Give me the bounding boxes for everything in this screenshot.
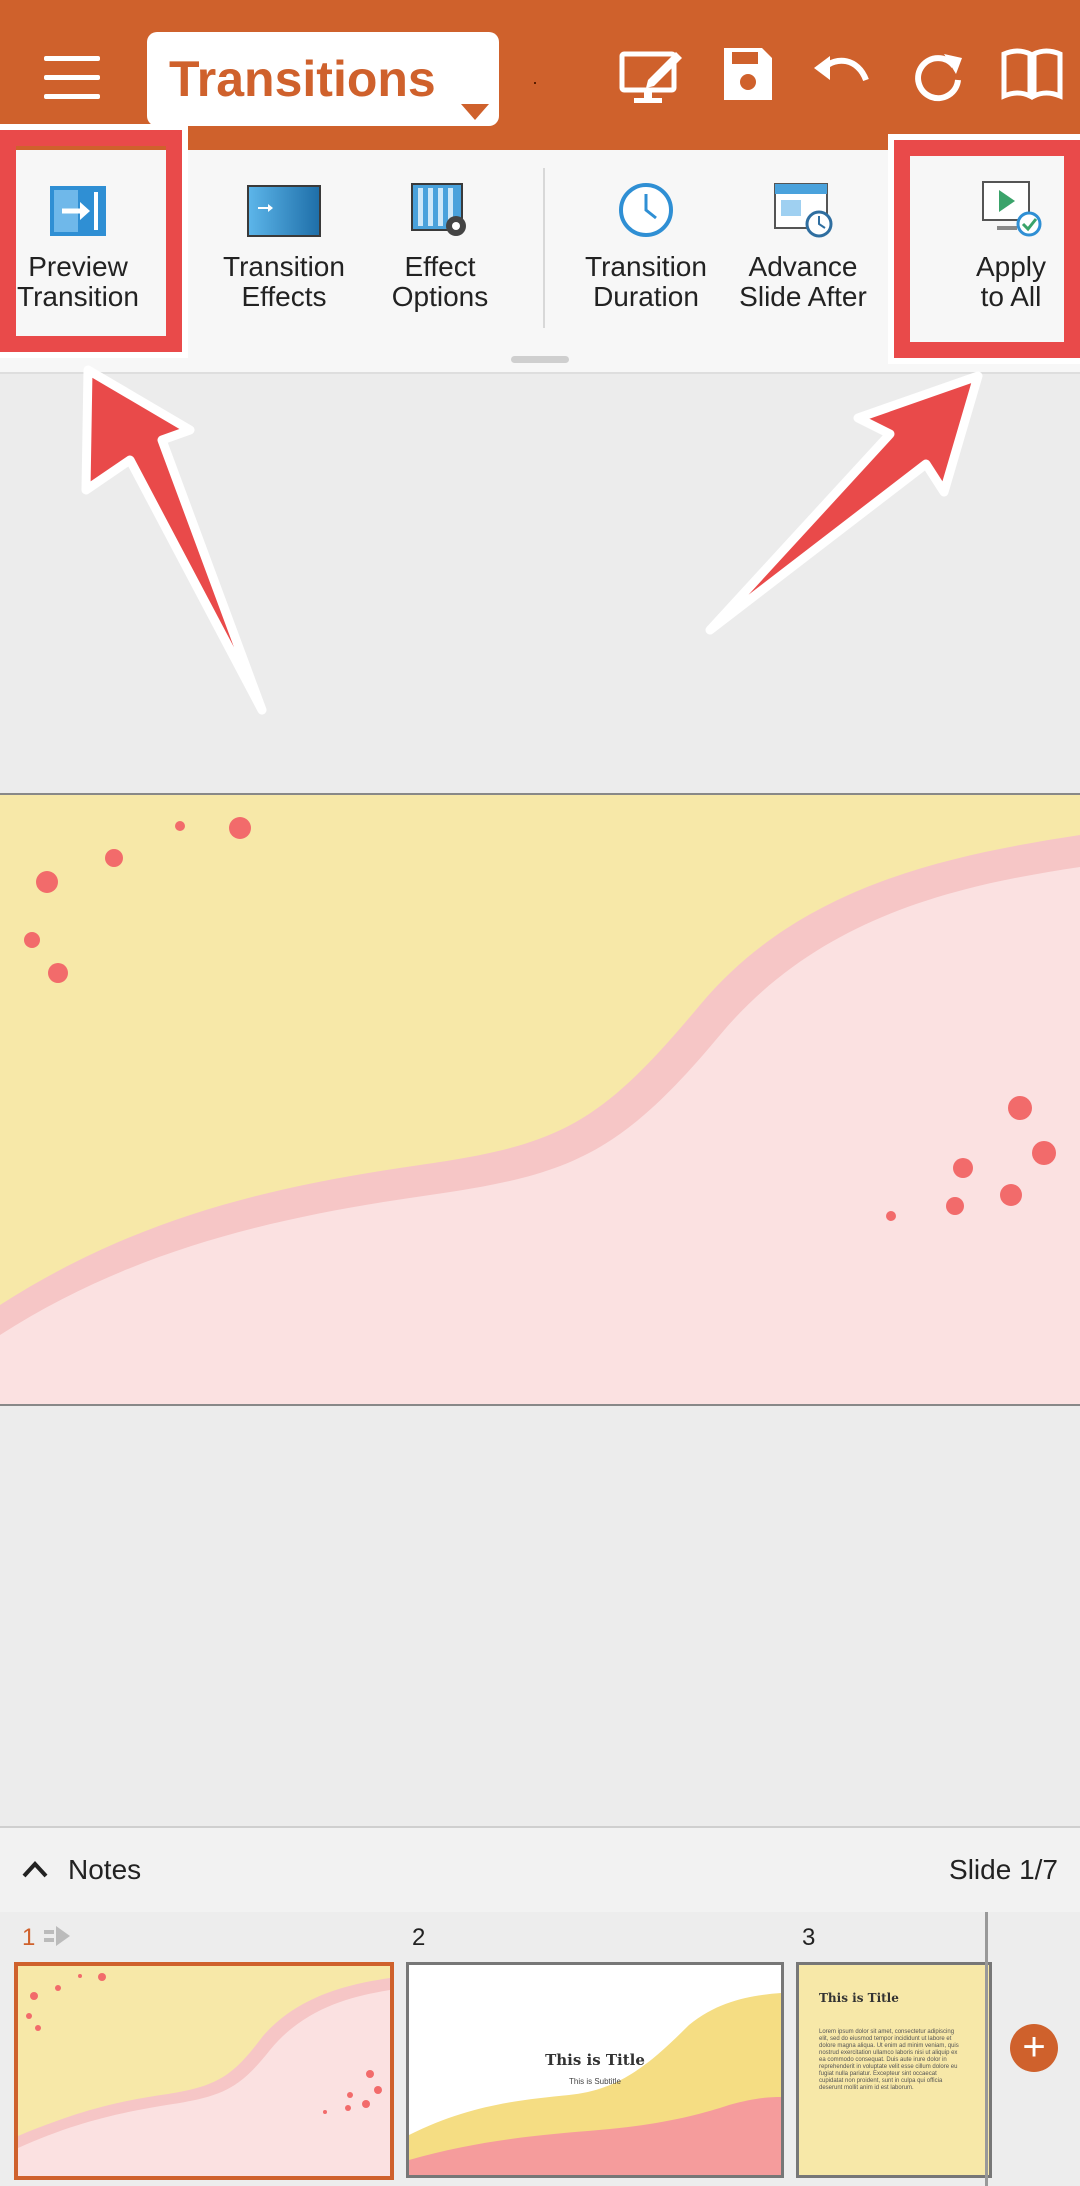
plus-icon: + bbox=[1022, 2025, 1046, 2069]
notes-bar[interactable]: Notes Slide 1/7 bbox=[0, 1826, 1080, 1914]
transition-indicator-icon bbox=[44, 1926, 70, 1946]
arrow-to-preview-transition bbox=[81, 365, 267, 715]
annotation-arrows bbox=[81, 365, 983, 715]
slide-graphic bbox=[0, 795, 1080, 1404]
chevron-up-icon[interactable] bbox=[20, 1854, 50, 1884]
notes-label: Notes bbox=[68, 1854, 142, 1885]
thumbnail-2-title: This is Title bbox=[545, 2051, 645, 2069]
thumbnail-strip-divider bbox=[985, 1912, 988, 2186]
thumbnail-2-subtitle: This is Subtitle bbox=[568, 2077, 622, 2086]
slide-canvas[interactable] bbox=[0, 793, 1080, 1406]
slide-thumbnail-1[interactable] bbox=[14, 1962, 394, 2180]
slide-thumbnail-3[interactable]: This is Title Lorem ipsum dolor sit amet… bbox=[796, 1962, 992, 2178]
thumbnail-number: 1 bbox=[22, 1924, 36, 1951]
add-slide-button[interactable]: + bbox=[1010, 2024, 1058, 2072]
thumbnail-3-title: This is Title bbox=[819, 1991, 899, 2005]
arrow-to-apply-to-all bbox=[705, 371, 983, 635]
thumbnail-3-body: Lorem ipsum dolor sit amet, consectetur … bbox=[819, 2029, 959, 2091]
thumbnail-2-graphic bbox=[409, 1965, 781, 2175]
thumbnail-1-graphic bbox=[18, 1966, 390, 2176]
thumbnail-number: 3 bbox=[802, 1924, 816, 1951]
slide-counter: Slide 1/7 bbox=[949, 1854, 1058, 1885]
slide-thumbnail-2[interactable]: This is Title This is Subtitle bbox=[406, 1962, 784, 2178]
thumbnail-number: 2 bbox=[412, 1924, 426, 1951]
